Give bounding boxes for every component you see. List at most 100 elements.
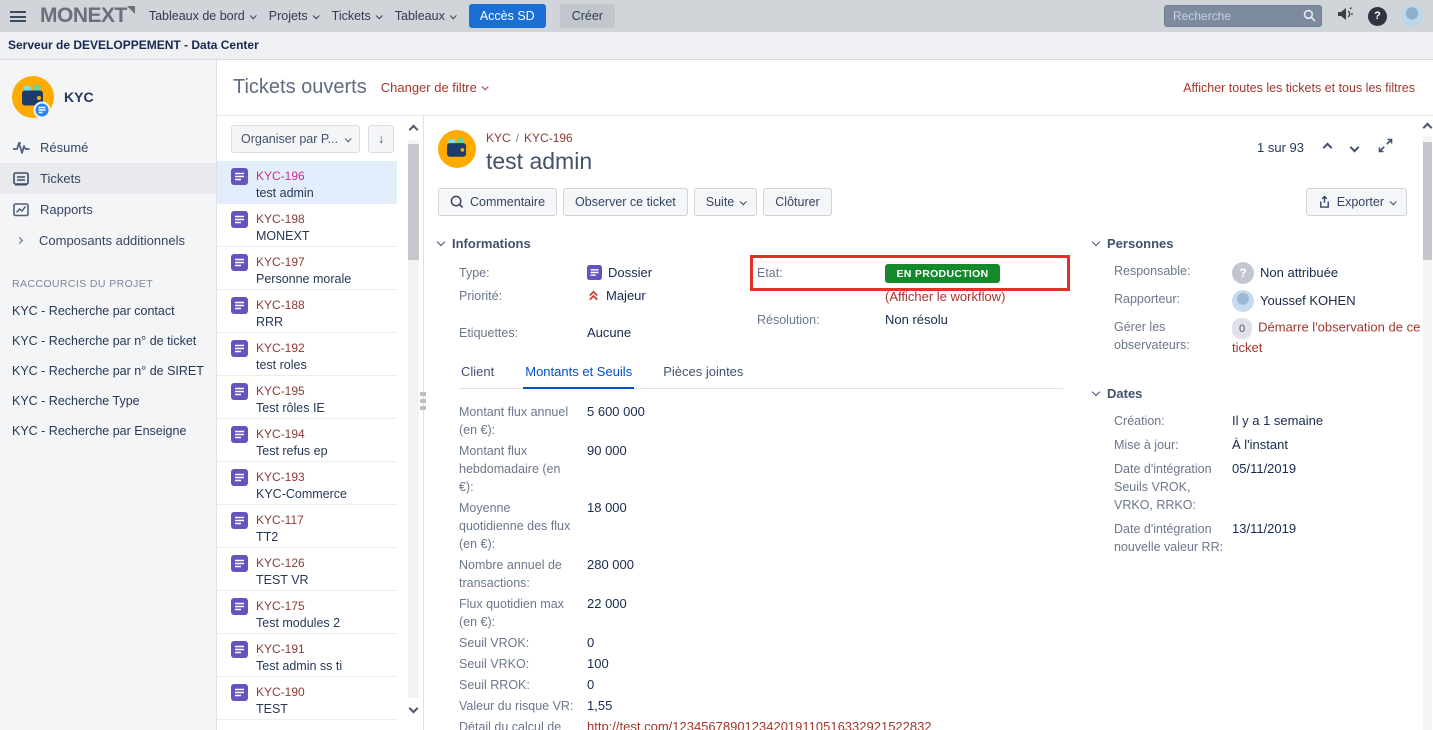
ticket-summary: RRR (256, 314, 305, 331)
close-ticket-button[interactable]: Clôturer (763, 188, 831, 216)
shortcut-search-contact[interactable]: KYC - Recherche par contact (0, 296, 216, 326)
unassigned-avatar: ? (1232, 262, 1254, 284)
list-scrollbar[interactable] (407, 126, 420, 712)
breadcrumb-project-link[interactable]: KYC (486, 131, 511, 145)
acces-sd-button[interactable]: Accès SD (469, 4, 546, 28)
ticket-summary: TEST VR (256, 572, 309, 589)
integration-rr-label: Date d'intégration nouvelle valeur RR: (1114, 520, 1232, 556)
tab-montants-et-seuils[interactable]: Montants et Seuils (523, 364, 634, 389)
assignee-label: Responsable: (1114, 262, 1232, 284)
list-item[interactable]: KYC-198 MONEXT (217, 204, 397, 247)
ticket-key[interactable]: KYC-198 (256, 212, 305, 226)
nav-label: Tableaux de bord (149, 9, 245, 23)
issue-type-icon (231, 254, 248, 284)
ticket-key[interactable]: KYC-190 (256, 685, 305, 699)
show-all-filters-link[interactable]: Afficher toutes les tickets et tous les … (1183, 81, 1415, 95)
section-informations[interactable]: Informations (438, 236, 1063, 251)
expand-icon[interactable] (1378, 138, 1393, 156)
nav-label: Projets (269, 9, 308, 23)
shortcut-search-siret[interactable]: KYC - Recherche par n° de SIRET (0, 356, 216, 386)
sidebar-item-reports[interactable]: Rapports (0, 194, 216, 225)
scrollbar-track[interactable] (1423, 136, 1432, 730)
section-dates[interactable]: Dates (1093, 386, 1425, 401)
list-item[interactable]: KYC-126 TEST VR (217, 548, 397, 591)
sidebar-item-addons[interactable]: Composants additionnels (0, 225, 216, 256)
scroll-down-icon[interactable] (409, 704, 419, 714)
ticket-title: test admin (486, 148, 592, 175)
issue-type-icon (231, 383, 248, 413)
ticket-key[interactable]: KYC-195 (256, 384, 305, 398)
list-item[interactable]: KYC-193 KYC-Commerce (217, 462, 397, 505)
ticket-key[interactable]: KYC-126 (256, 556, 305, 570)
change-filter-link[interactable]: Changer de filtre (381, 80, 487, 95)
nav-tickets[interactable]: Tickets (332, 9, 381, 23)
more-actions-button[interactable]: Suite (694, 188, 758, 216)
vr-calc-link[interactable]: http://test.com/123456789012342019110516… (587, 718, 1063, 730)
order-by-label: Organiser par P... (241, 132, 338, 146)
list-item[interactable]: KYC-192 test roles (217, 333, 397, 376)
help-icon[interactable]: ? (1368, 7, 1387, 26)
list-item[interactable]: KYC-117 TT2 (217, 505, 397, 548)
ticket-key[interactable]: KYC-191 (256, 642, 305, 656)
ticket-avatar (438, 130, 476, 168)
type-label: Type: (459, 264, 587, 282)
scroll-up-icon[interactable] (409, 125, 419, 135)
comment-button[interactable]: Commentaire (438, 188, 557, 216)
ticket-key[interactable]: KYC-117 (256, 513, 304, 527)
field-label: Montant flux hebdomadaire (en €): (459, 442, 577, 496)
ticket-key[interactable]: KYC-193 (256, 470, 305, 484)
export-button[interactable]: Exporter (1306, 188, 1407, 216)
announcement-icon[interactable] (1336, 6, 1354, 27)
issue-type-icon (231, 211, 248, 241)
sort-direction-button[interactable]: ↓ (368, 125, 394, 153)
show-workflow-link[interactable]: (Afficher le workflow) (885, 288, 1057, 306)
issue-type-icon (231, 340, 248, 370)
create-button[interactable]: Créer (560, 4, 615, 28)
sidebar-item-tickets[interactable]: Tickets (0, 163, 216, 194)
shortcut-search-enseigne[interactable]: KYC - Recherche par Enseigne (0, 416, 216, 446)
ticket-key[interactable]: KYC-175 (256, 599, 305, 613)
scrollbar-track[interactable] (408, 140, 419, 698)
breadcrumb-ticket-link[interactable]: KYC-196 (524, 131, 573, 145)
list-item[interactable]: KYC-196 test admin (217, 161, 397, 204)
ticket-key[interactable]: KYC-197 (256, 255, 305, 269)
list-item[interactable]: KYC-190 TEST (217, 677, 397, 720)
tab-pieces-jointes[interactable]: Pièces jointes (661, 364, 745, 388)
list-item[interactable]: KYC-188 RRR (217, 290, 397, 333)
nav-projects[interactable]: Projets (269, 9, 318, 23)
ticket-key[interactable]: KYC-188 (256, 298, 305, 312)
list-item[interactable]: KYC-194 Test refus ep (217, 419, 397, 462)
scroll-up-icon[interactable] (1423, 123, 1433, 133)
hamburger-menu-icon[interactable] (10, 11, 26, 22)
ticket-summary: Test modules 2 (256, 615, 340, 632)
project-avatar[interactable] (12, 76, 54, 118)
nav-boards[interactable]: Tableaux (395, 9, 455, 23)
nav-dashboards[interactable]: Tableaux de bord (149, 9, 255, 23)
list-item[interactable]: KYC-195 Test rôles IE (217, 376, 397, 419)
order-by-dropdown[interactable]: Organiser par P... (231, 125, 360, 153)
shortcut-search-type[interactable]: KYC - Recherche Type (0, 386, 216, 416)
tab-client[interactable]: Client (459, 364, 496, 388)
section-people[interactable]: Personnes (1093, 236, 1425, 251)
list-item[interactable]: KYC-197 Personne morale (217, 247, 397, 290)
monext-logo[interactable]: MONEXT (40, 4, 135, 28)
search-input[interactable] (1164, 5, 1322, 27)
watch-button[interactable]: Observer ce ticket (563, 188, 688, 216)
priority-label: Priorité: (459, 287, 587, 305)
ticket-key[interactable]: KYC-194 (256, 427, 305, 441)
state-label: Etat: (757, 264, 885, 284)
scrollbar-thumb[interactable] (408, 144, 419, 260)
sidebar-item-summary[interactable]: Résumé (0, 132, 216, 163)
list-item[interactable]: KYC-175 Test modules 2 (217, 591, 397, 634)
main-scrollbar[interactable] (1423, 124, 1433, 730)
watchers-count-badge: 0 (1232, 318, 1252, 339)
start-watching-link[interactable]: Démarre l'observation de ce ticket (1232, 320, 1420, 356)
list-item[interactable]: KYC-191 Test admin ss ti (217, 634, 397, 677)
next-ticket-icon[interactable] (1350, 142, 1360, 152)
scrollbar-thumb[interactable] (1423, 142, 1432, 260)
shortcut-search-ticket-number[interactable]: KYC - Recherche par n° de ticket (0, 326, 216, 356)
user-avatar[interactable] (1401, 5, 1423, 27)
ticket-key[interactable]: KYC-196 (256, 169, 305, 183)
ticket-key[interactable]: KYC-192 (256, 341, 305, 355)
previous-ticket-icon[interactable] (1323, 142, 1333, 152)
